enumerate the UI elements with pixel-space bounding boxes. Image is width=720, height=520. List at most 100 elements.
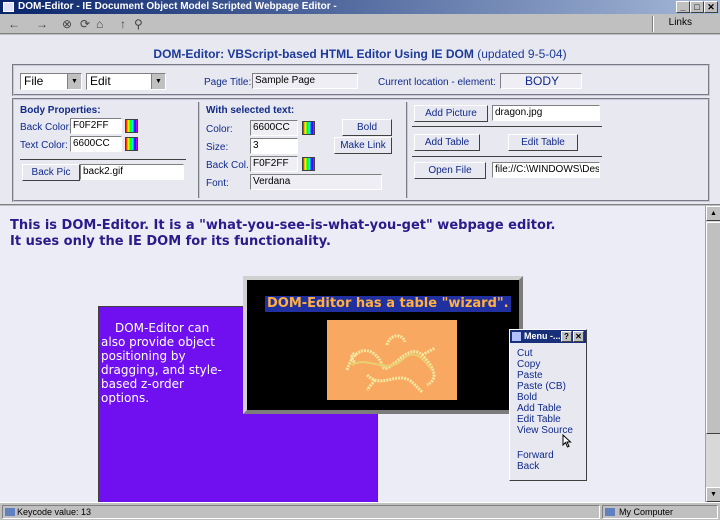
editor-panel: DOM-Editor: VBScript-based HTML Editor U…: [0, 35, 720, 205]
file-menu-label: File: [24, 74, 44, 88]
intro-text[interactable]: This is DOM-Editor. It is a "what-you-se…: [10, 218, 555, 250]
column-divider: [198, 102, 200, 198]
scrollbar-thumb[interactable]: [706, 222, 720, 434]
status-text-pane: Keycode value: 13: [2, 505, 600, 519]
selection-color-field[interactable]: 6600CC: [250, 120, 298, 136]
status-text: Keycode value: 13: [17, 507, 92, 517]
table-caption: DOM-Editor has a table "wizard".: [265, 296, 511, 312]
browser-toolbar: ← → ⊗ ⟳ ⌂ ↑ ⚲ Links: [0, 14, 720, 34]
close-icon[interactable]: ✕: [704, 1, 718, 13]
maximize-icon[interactable]: □: [690, 1, 704, 13]
menu-item-cut[interactable]: Cut: [517, 348, 533, 359]
open-file-button[interactable]: Open File: [414, 162, 486, 179]
palette-icon[interactable]: [302, 157, 315, 171]
add-picture-button[interactable]: Add Picture: [414, 105, 488, 122]
menu-item-bold[interactable]: Bold: [517, 392, 537, 403]
text-color-label: Color:: [206, 124, 233, 135]
document-area[interactable]: This is DOM-Editor. It is a "what-you-se…: [0, 206, 705, 502]
menu-item-copy[interactable]: Copy: [517, 359, 540, 370]
edit-menu-select[interactable]: Edit ▼: [86, 73, 166, 90]
back-col-field[interactable]: F0F2FF: [250, 156, 298, 172]
zone-text: My Computer: [619, 507, 674, 517]
menu-item-forward[interactable]: Forward: [517, 450, 554, 461]
search-icon[interactable]: ⚲: [134, 17, 143, 31]
vertical-scrollbar[interactable]: ▲ ▼: [705, 206, 720, 502]
picture-field[interactable]: dragon.jpg: [492, 105, 600, 121]
menu-window-icon: [512, 332, 521, 341]
text-color-field[interactable]: 6600CC: [70, 136, 122, 152]
refresh-icon[interactable]: ⟳: [80, 17, 90, 31]
back-icon[interactable]: ←: [8, 17, 20, 31]
size-label: Size:: [206, 142, 229, 153]
app-icon: [3, 2, 14, 12]
help-icon[interactable]: ?: [561, 331, 572, 342]
back-pic-field[interactable]: back2.gif: [80, 164, 184, 180]
links-button[interactable]: Links: [669, 17, 692, 28]
divider: [412, 126, 602, 127]
divider: [20, 159, 186, 160]
forward-icon[interactable]: →: [36, 17, 48, 31]
edit-table-button[interactable]: Edit Table: [508, 134, 578, 151]
properties-row: Body Properties: Back Color: F0F2FF Text…: [12, 98, 710, 202]
context-menu-title: Menu -...: [524, 331, 561, 341]
font-field[interactable]: Verdana: [250, 174, 382, 190]
window-title-bar[interactable]: DOM-Editor - IE Document Object Model Sc…: [0, 0, 720, 14]
intro-line: It uses only the IE DOM for its function…: [10, 234, 331, 249]
page-heading: DOM-Editor: VBScript-based HTML Editor U…: [0, 47, 720, 61]
window-title: DOM-Editor - IE Document Object Model Sc…: [18, 1, 337, 12]
size-field[interactable]: 3: [250, 138, 298, 154]
palette-icon[interactable]: [302, 121, 315, 135]
back-pic-button[interactable]: Back Pic: [22, 164, 80, 181]
menu-item-edit-table[interactable]: Edit Table: [517, 414, 561, 425]
mouse-cursor-icon: [562, 434, 572, 448]
stop-icon[interactable]: ⊗: [62, 17, 72, 31]
add-table-button[interactable]: Add Table: [414, 134, 480, 151]
menu-item-back[interactable]: Back: [517, 461, 539, 472]
selected-text-heading: With selected text:: [206, 105, 295, 116]
scroll-down-icon[interactable]: ▼: [706, 487, 720, 502]
menu-row: File ▼ Edit ▼ Page Title: Sample Page Cu…: [12, 64, 710, 96]
home-icon[interactable]: ⌂: [96, 17, 103, 31]
font-label: Font:: [206, 178, 229, 189]
file-menu-select[interactable]: File ▼: [20, 73, 82, 90]
context-menu[interactable]: Menu -... ? ✕ Cut Copy Paste Paste (CB) …: [509, 329, 587, 481]
close-icon[interactable]: ✕: [573, 331, 584, 342]
body-properties-heading: Body Properties:: [20, 105, 101, 116]
chevron-down-icon: ▼: [67, 74, 81, 89]
menu-item-paste-cb[interactable]: Paste (CB): [517, 381, 566, 392]
text-color-label: Text Color:: [20, 140, 68, 151]
toolbar-separator: [652, 16, 654, 32]
current-location-field[interactable]: BODY: [500, 73, 582, 89]
zone-pane: My Computer: [602, 505, 718, 519]
edit-menu-label: Edit: [90, 74, 111, 88]
back-color-field[interactable]: F0F2FF: [70, 118, 122, 134]
updated-note: (updated 9-5-04): [477, 47, 567, 61]
dragon-graphic: [345, 334, 436, 394]
page-title-field[interactable]: Sample Page: [252, 73, 358, 89]
positioned-text: DOM-Editor can also provide object posit…: [101, 321, 222, 405]
computer-icon: [605, 508, 615, 516]
palette-icon[interactable]: [125, 137, 138, 151]
dragon-image[interactable]: [327, 320, 457, 400]
page-title-label: Page Title:: [204, 77, 252, 88]
scroll-up-icon[interactable]: ▲: [706, 206, 720, 221]
chevron-down-icon: ▼: [151, 74, 165, 89]
current-location-label: Current location - element:: [378, 77, 496, 88]
intro-line: This is DOM-Editor. It is a "what-you-se…: [10, 218, 556, 233]
make-link-button[interactable]: Make Link: [334, 137, 392, 154]
pin-icon[interactable]: ↑: [120, 17, 126, 31]
palette-icon[interactable]: [125, 119, 138, 133]
divider: [412, 156, 602, 157]
page-title: DOM-Editor: VBScript-based HTML Editor U…: [153, 47, 474, 61]
context-menu-title-bar[interactable]: Menu -... ? ✕: [510, 330, 586, 343]
menu-item-add-table[interactable]: Add Table: [517, 403, 561, 414]
status-bar: Keycode value: 13 My Computer: [0, 502, 720, 520]
menu-item-paste[interactable]: Paste: [517, 370, 543, 381]
file-path-field[interactable]: file://C:\WINDOWS\Desk: [492, 162, 600, 178]
page-icon: [5, 508, 15, 516]
back-color-label: Back Color:: [20, 122, 72, 133]
minimize-icon[interactable]: _: [676, 1, 690, 13]
sample-table[interactable]: DOM-Editor has a table "wizard".: [243, 276, 523, 414]
bold-button[interactable]: Bold: [342, 119, 392, 136]
column-divider: [406, 102, 408, 198]
